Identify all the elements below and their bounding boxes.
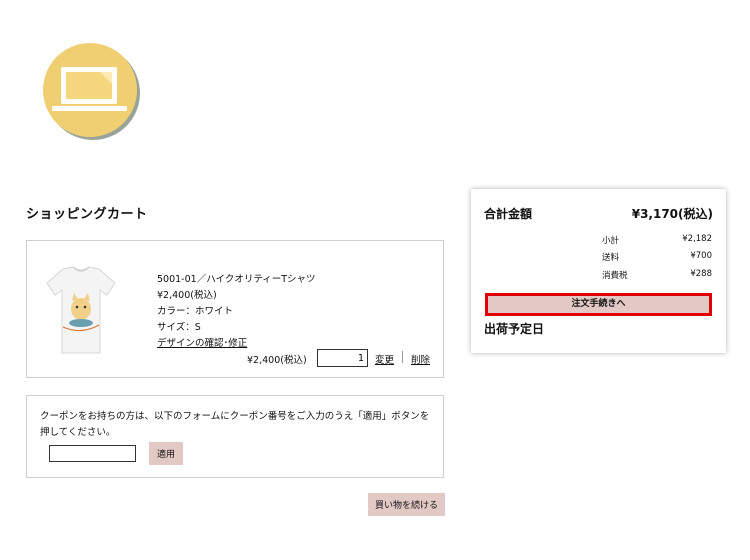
unit-price: ¥2,400(税込) <box>157 290 217 301</box>
subtotal-label: 小計 <box>602 236 620 246</box>
total-label: 合計金額 <box>484 207 533 221</box>
shipping-label: 送料 <box>602 253 620 263</box>
ship-date-label: 出荷予定日 <box>484 322 545 336</box>
change-link[interactable]: 変更 <box>375 352 394 366</box>
product-size: サイズ：S <box>157 322 201 333</box>
page-title: ショッピングカート <box>26 207 148 222</box>
product-name: 5001-01／ハイクオリティーTシャツ <box>157 274 316 285</box>
design-check-link[interactable]: デザインの確認･修正 <box>157 335 261 349</box>
cart-item: 5001-01／ハイクオリティーTシャツ ¥2,400(税込) カラー：ホワイト… <box>26 240 444 378</box>
coupon-section: クーポンをお持ちの方は、以下のフォームにクーポン番号をご入力のうえ「適用」ボタン… <box>26 395 444 478</box>
coupon-message: クーポンをお持ちの方は、以下のフォームにクーポン番号をご入力のうえ「適用」ボタン… <box>40 411 430 438</box>
delete-link[interactable]: 削除 <box>411 352 430 366</box>
tax-value: ¥288 <box>690 269 712 279</box>
total-amount: ¥3,170(税込) <box>631 207 713 221</box>
shipping-value: ¥700 <box>690 251 712 261</box>
apply-coupon-button[interactable]: 適用 <box>149 442 183 465</box>
tax-label: 消費税 <box>602 271 628 281</box>
line-total: ¥2,400(税込) <box>247 355 307 366</box>
product-color: カラー：ホワイト <box>157 306 234 317</box>
product-image[interactable] <box>45 265 117 355</box>
checkout-button[interactable]: 注文手続きへ <box>485 293 712 316</box>
order-summary: 合計金額 ¥3,170(税込) 小計 ¥2,182 送料 ¥700 消費税 ¥2… <box>471 189 726 353</box>
quantity-input[interactable] <box>317 349 368 367</box>
subtotal-value: ¥2,182 <box>682 234 712 244</box>
link-divider <box>402 351 403 363</box>
coupon-input[interactable] <box>49 445 136 462</box>
laptop-logo-icon <box>40 40 140 140</box>
continue-shopping-button[interactable]: 買い物を続ける <box>368 493 445 516</box>
